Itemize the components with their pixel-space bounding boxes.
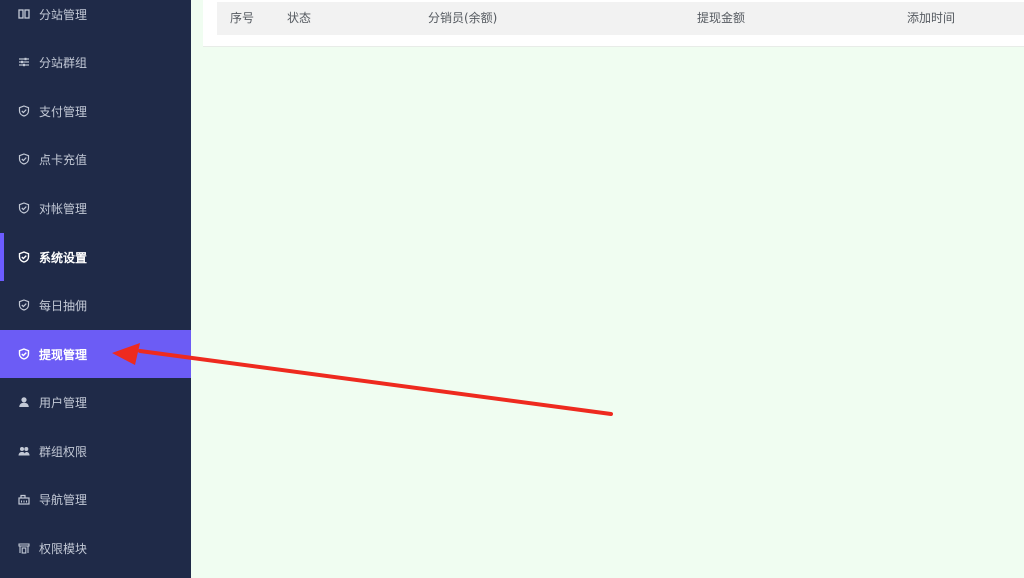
sidebar-item-label: 对帐管理 bbox=[39, 201, 88, 216]
shield-check-icon bbox=[18, 348, 30, 360]
sidebar-item-daily-commission[interactable]: 每日抽佣 bbox=[0, 281, 191, 329]
sidebar-item-label: 群组权限 bbox=[39, 444, 88, 459]
sidebar-item-label: 分站管理 bbox=[39, 7, 88, 22]
column-header-index: 序号 bbox=[230, 11, 255, 25]
sidebar-item-reconciliation[interactable]: 对帐管理 bbox=[0, 184, 191, 232]
sidebar-item-label: 权限模块 bbox=[39, 541, 88, 556]
sidebar-item-permission-modules[interactable]: 权限模块 bbox=[0, 524, 191, 572]
sidebar-item-payment-management[interactable]: 支付管理 bbox=[0, 87, 191, 135]
sidebar-item-label: 导航管理 bbox=[39, 492, 88, 507]
sidebar-item-withdrawal-management[interactable]: 提现管理 bbox=[0, 330, 191, 378]
sidebar-item-group-permissions[interactable]: 群组权限 bbox=[0, 427, 191, 475]
shield-check-icon bbox=[18, 299, 30, 311]
user-icon bbox=[18, 396, 30, 408]
sidebar-item-label: 提现管理 bbox=[39, 347, 88, 362]
navigation-icon bbox=[18, 493, 30, 505]
sidebar-item-label: 系统设置 bbox=[39, 250, 88, 265]
sidebar-item-label: 支付管理 bbox=[39, 104, 88, 119]
sidebar-item-navigation-management[interactable]: 导航管理 bbox=[0, 475, 191, 523]
column-header-status: 状态 bbox=[287, 11, 312, 25]
sidebar-item-user-management[interactable]: 用户管理 bbox=[0, 378, 191, 426]
shield-check-icon bbox=[18, 251, 30, 263]
sidebar-item-label: 用户管理 bbox=[39, 395, 88, 410]
sidebar-item-substation-groups[interactable]: 分站群组 bbox=[0, 38, 191, 86]
columns-icon bbox=[18, 8, 30, 20]
sidebar: 分站管理 分站群组 支付管理 点卡充值 对帐管理 系统设置 每日抽佣 提现管理 … bbox=[0, 0, 191, 578]
modules-icon bbox=[18, 542, 30, 554]
sidebar-item-label: 每日抽佣 bbox=[39, 298, 88, 313]
sidebar-item-label: 分站群组 bbox=[39, 55, 88, 70]
sliders-icon bbox=[18, 56, 30, 68]
users-icon bbox=[18, 445, 30, 457]
sidebar-item-label: 点卡充值 bbox=[39, 152, 88, 167]
column-header-distributor-balance: 分销员(余额) bbox=[428, 11, 498, 25]
sidebar-item-system-settings[interactable]: 系统设置 bbox=[0, 233, 191, 281]
shield-check-icon bbox=[18, 153, 30, 165]
column-header-withdrawal-amount: 提现金额 bbox=[697, 11, 746, 25]
sidebar-item-substation-management[interactable]: 分站管理 bbox=[0, 0, 191, 38]
table-header: 序号 状态 分销员(余额) 提现金额 添加时间 bbox=[217, 2, 1024, 35]
shield-check-icon bbox=[18, 202, 30, 214]
sidebar-item-card-recharge[interactable]: 点卡充值 bbox=[0, 135, 191, 183]
column-header-added-time: 添加时间 bbox=[907, 11, 956, 25]
shield-check-icon bbox=[18, 105, 30, 117]
